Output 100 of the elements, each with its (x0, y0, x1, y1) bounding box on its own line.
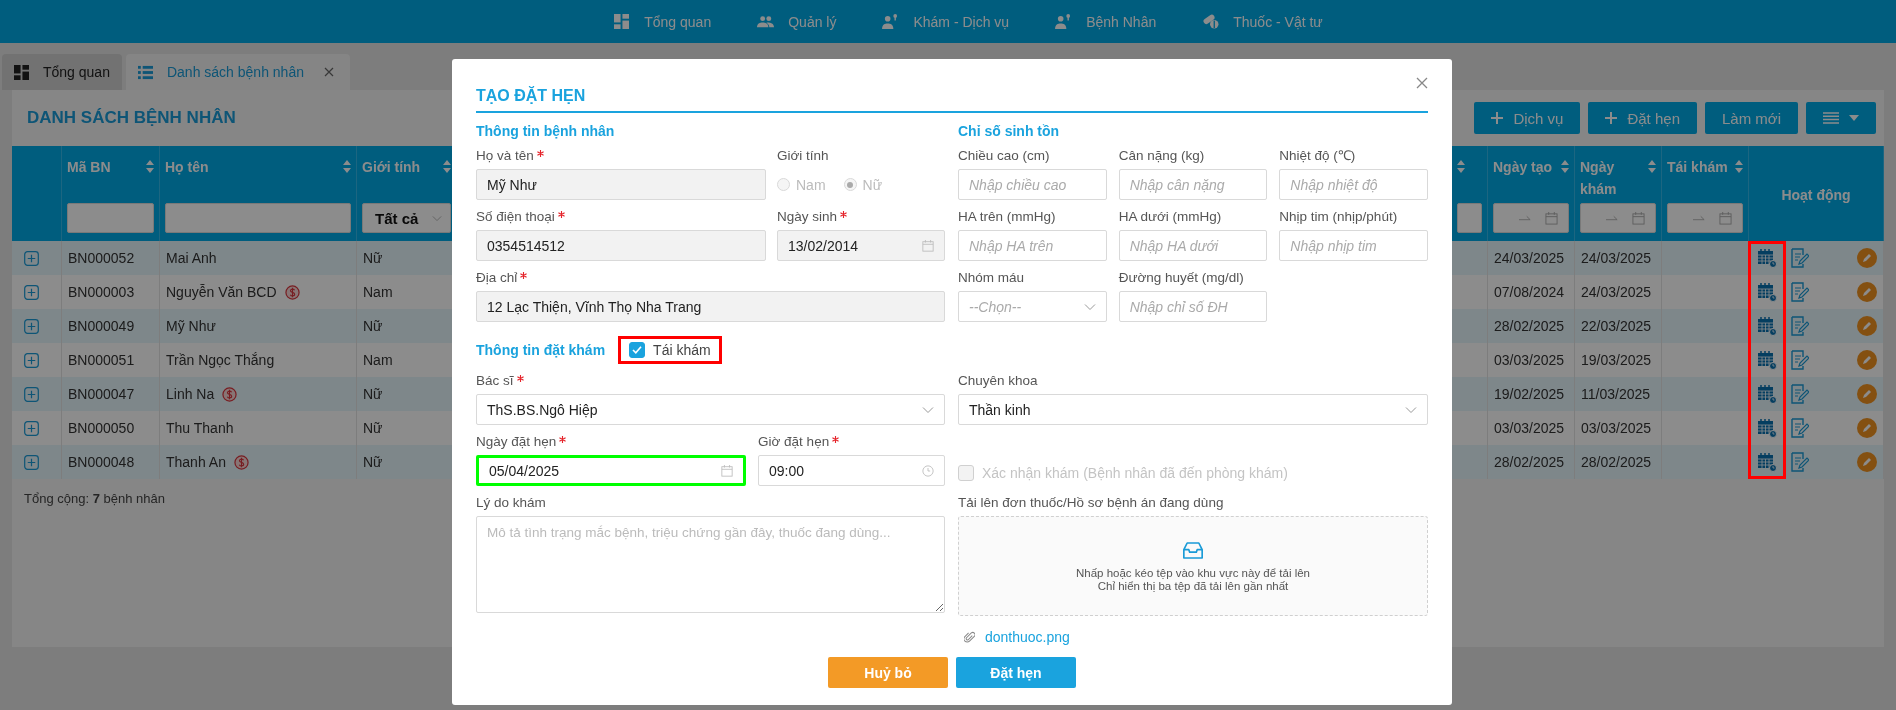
input-field[interactable]: Nhập nhịp tim (1279, 230, 1428, 261)
filter-field[interactable] (1457, 203, 1482, 233)
recheck-checkbox[interactable]: Tái khám (618, 336, 722, 364)
toolbar-button[interactable]: Dịch vụ (1474, 102, 1581, 134)
close-icon[interactable] (323, 67, 334, 77)
calendar-clock-icon[interactable] (1757, 282, 1777, 302)
expand-icon[interactable] (24, 318, 39, 334)
column-header[interactable]: Tái khám (1667, 156, 1728, 178)
calendar-clock-icon[interactable] (1757, 316, 1777, 336)
sort-icon[interactable] (343, 160, 351, 173)
caret-icon (1849, 115, 1859, 121)
expand-icon[interactable] (24, 352, 39, 368)
calendar-clock-icon[interactable] (1757, 418, 1777, 438)
patient-name: Thu Thanh (166, 420, 234, 436)
field-label: Nhịp tim (nhịp/phút) (1279, 208, 1398, 225)
select-field[interactable]: --Chọn-- (958, 291, 1107, 322)
filter-field[interactable] (67, 203, 154, 233)
time-field[interactable]: 09:00 (758, 455, 945, 486)
tab[interactable]: Tổng quan (2, 54, 122, 90)
date-range-filter[interactable] (1667, 203, 1743, 233)
pencil-icon[interactable] (1857, 418, 1877, 438)
expand-icon[interactable] (24, 250, 39, 266)
date-range-filter[interactable] (1580, 203, 1656, 233)
nav-item[interactable]: Khám - Dịch vụ (882, 13, 1010, 30)
nav-item[interactable]: Quản lý (757, 13, 837, 30)
field-label: Bác sĩ (476, 372, 514, 389)
calendar-clock-icon[interactable] (1757, 350, 1777, 370)
edit-note-icon[interactable] (1789, 248, 1809, 268)
table-cell: BN000047 (62, 377, 160, 411)
edit-note-icon[interactable] (1789, 282, 1809, 302)
edit-note-icon[interactable] (1789, 384, 1809, 404)
toolbar-button[interactable]: Đặt hẹn (1588, 102, 1697, 134)
nav-item[interactable]: Tổng quan (613, 13, 712, 30)
date-field[interactable]: 05/04/2025 (476, 455, 746, 486)
pencil-icon[interactable] (1857, 248, 1877, 268)
cancel-button[interactable]: Huỷ bỏ (828, 657, 948, 688)
edit-note-icon[interactable] (1789, 452, 1809, 472)
input-field[interactable]: Nhập HA trên (958, 230, 1107, 261)
panel-title: DANH SÁCH BỆNH NHÂN (27, 108, 236, 128)
calendar-clock-icon[interactable] (1757, 384, 1777, 404)
phone-field[interactable]: 0354514512 (476, 230, 766, 261)
pencil-icon[interactable] (1857, 350, 1877, 370)
input-field[interactable]: Nhập cân nặng (1118, 169, 1268, 200)
column-header: Hoạt động (1781, 185, 1851, 205)
sort-icon[interactable] (146, 160, 154, 173)
filter-dropdown[interactable]: Tất cả (362, 203, 451, 233)
expand-icon[interactable] (24, 454, 39, 470)
sort-icon[interactable] (1735, 160, 1743, 173)
patient-name: Trần Ngọc Thắng (166, 352, 275, 368)
calendar-clock-icon[interactable] (1757, 248, 1777, 268)
sort-icon[interactable] (1457, 160, 1465, 173)
doctor-select[interactable]: ThS.BS.Ngô Hiệp (476, 394, 945, 425)
check-icon (632, 346, 643, 354)
input-field[interactable]: Nhập HA dưới (1118, 230, 1268, 261)
pencil-icon[interactable] (1857, 452, 1877, 472)
calendar-clock-icon[interactable] (1757, 452, 1777, 472)
patient-name: Nguyễn Văn BCD (166, 284, 277, 300)
column-header[interactable]: Ngày tạo (1493, 156, 1553, 178)
edit-note-icon[interactable] (1789, 316, 1809, 336)
column-header[interactable]: Giới tính (362, 156, 421, 178)
date-range-filter[interactable] (1493, 203, 1569, 233)
plus-icon (1605, 112, 1618, 124)
pencil-icon[interactable] (1857, 282, 1877, 302)
expand-icon[interactable] (24, 420, 39, 436)
date-field[interactable]: 13/02/2014 (777, 230, 945, 261)
nav-item[interactable]: Thuốc - Vật tư (1202, 13, 1323, 30)
toolbar-button[interactable]: Làm mới (1705, 102, 1798, 134)
field-label: Đường huyết (mg/dl) (1118, 269, 1244, 286)
sort-icon[interactable] (1561, 160, 1569, 173)
pencil-icon[interactable] (1857, 384, 1877, 404)
expand-icon[interactable] (24, 284, 39, 300)
name-field[interactable]: Mỹ Như (476, 169, 766, 200)
column-header[interactable]: Họ tên (165, 156, 209, 178)
sort-icon[interactable] (1648, 160, 1656, 173)
filter-field[interactable] (165, 203, 351, 233)
tab[interactable]: Danh sách bệnh nhân (125, 54, 350, 90)
upload-dropzone[interactable]: Nhấp hoặc kéo tệp vào khu vực này để tải lên Chỉ hiển thị ba tệp đã tải lên gần nhất (958, 516, 1428, 616)
pencil-icon[interactable] (1857, 316, 1877, 336)
close-icon[interactable] (1416, 77, 1428, 89)
column-header[interactable]: Ngày khám (1580, 156, 1645, 200)
expand-icon[interactable] (24, 386, 39, 402)
file-link[interactable]: donthuoc.png (985, 629, 1070, 645)
patient-name: Linh Na (166, 386, 215, 402)
upload-note: Chỉ hiển thị ba tệp đã tải lên gần nhất (1097, 579, 1289, 592)
column-menu-button[interactable] (1806, 102, 1876, 134)
edit-note-icon[interactable] (1789, 418, 1809, 438)
edit-note-icon[interactable] (1789, 350, 1809, 370)
doctor-icon (1055, 14, 1073, 29)
input-field[interactable]: Nhập nhiệt độ (1279, 169, 1428, 200)
submit-button[interactable]: Đặt hẹn (956, 657, 1076, 688)
input-field[interactable]: Nhập chỉ số ĐH (1118, 291, 1268, 322)
table-cell: 03/03/2025 (1488, 411, 1575, 445)
column-header[interactable]: Mã BN (67, 156, 111, 178)
reason-textarea[interactable]: Mô tả tình trạng mắc bệnh, triệu chứng gần đây, thuốc đang dùng... (476, 516, 945, 613)
specialty-select[interactable]: Thần kinh (958, 394, 1428, 425)
nav-item[interactable]: Bệnh Nhân (1055, 13, 1157, 30)
input-field[interactable]: Nhập chiều cao (958, 169, 1107, 200)
plus-icon (1491, 112, 1504, 124)
address-field[interactable]: 12 Lạc Thiện, Vĩnh Thọ Nha Trang (476, 291, 945, 322)
table-cell: 07/08/2024 (1488, 275, 1575, 309)
